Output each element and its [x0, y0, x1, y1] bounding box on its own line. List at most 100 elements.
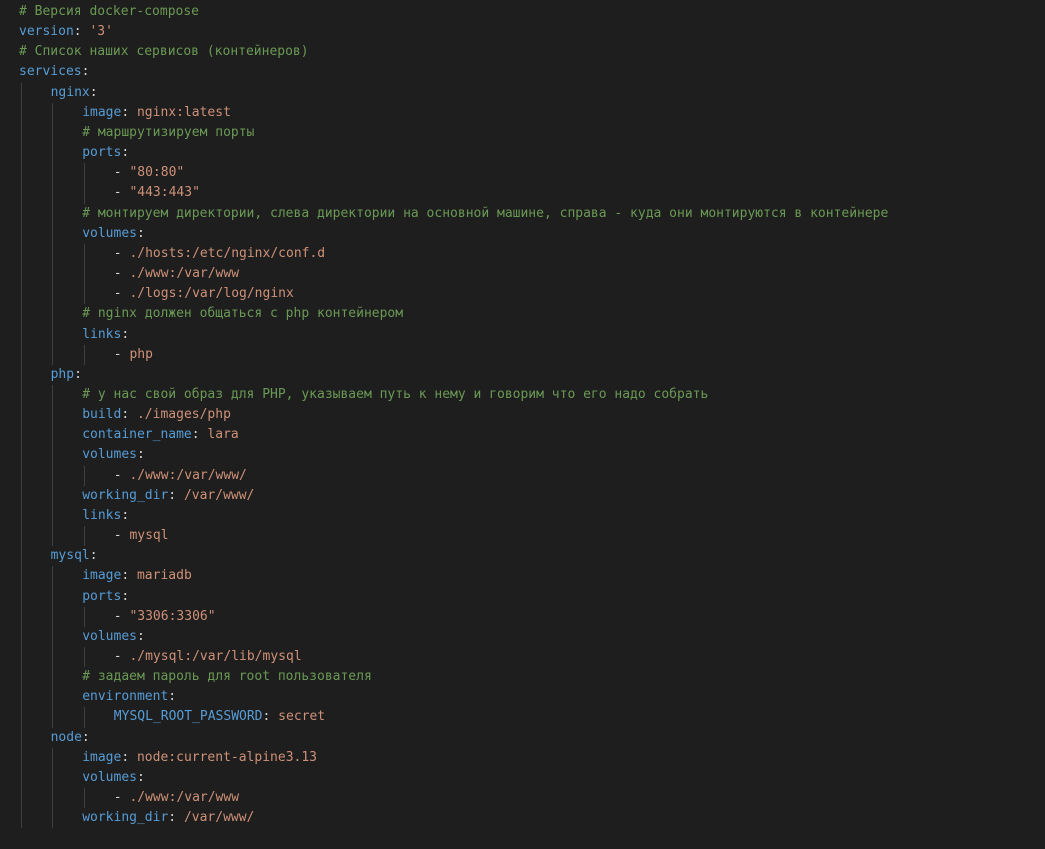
code-line[interactable]: # у нас свой образ для PHP, указываем пу…: [19, 384, 1039, 406]
line-content: working_dir: /var/www/: [82, 810, 254, 825]
key-token: MYSQL_ROOT_PASSWORD: [113, 709, 263, 725]
indent-guide: [52, 264, 54, 285]
code-line[interactable]: # Список наших сервисов (контейнеров): [19, 42, 1039, 62]
code-line[interactable]: # Версия docker-compose: [19, 2, 1039, 22]
code-line[interactable]: - php: [19, 344, 1039, 365]
comment-token: # Версия docker-compose: [19, 4, 200, 19]
indent-guide: [20, 82, 22, 103]
code-line[interactable]: links:: [19, 324, 1039, 345]
code-line[interactable]: - ./logs:/var/log/nginx: [19, 284, 1039, 305]
code-line[interactable]: - mysql: [19, 526, 1039, 547]
indent-guide: [52, 183, 54, 204]
value-token: node:current-alpine3.13: [136, 749, 317, 765]
line-content: # Список наших сервисов (контейнеров): [19, 44, 309, 59]
line-content: - ./www:/var/www: [114, 790, 239, 805]
line-content: # задаем пароль для root пользователя: [82, 669, 372, 684]
code-line[interactable]: volumes:: [19, 767, 1039, 789]
key-token: environment: [82, 689, 169, 705]
code-line[interactable]: working_dir: /var/www/: [19, 808, 1039, 829]
punctuation-token: :: [121, 749, 137, 765]
code-line[interactable]: image: node:current-alpine3.13: [19, 747, 1039, 768]
code-line[interactable]: mysql:: [19, 546, 1039, 567]
indent-guide: [20, 304, 22, 325]
indent-guide: [20, 243, 22, 265]
indent-guide: [52, 687, 54, 708]
punctuation-token: -: [113, 165, 130, 181]
code-line[interactable]: # монтируем директории, слева директории…: [19, 203, 1039, 224]
value-token: "80:80": [129, 165, 185, 181]
code-line[interactable]: nginx:: [19, 82, 1039, 103]
key-token: volumes: [82, 769, 137, 785]
indent-guide: [20, 445, 22, 466]
line-content: mysql:: [51, 548, 98, 563]
code-line[interactable]: # задаем пароль для root пользователя: [19, 667, 1039, 688]
code-line[interactable]: ports:: [19, 143, 1039, 164]
indent-guide: [20, 223, 22, 244]
code-line[interactable]: links:: [19, 505, 1039, 527]
code-line[interactable]: - ./mysql:/var/lib/mysql: [19, 647, 1039, 668]
line-content: working_dir: /var/www/: [82, 488, 254, 503]
code-line[interactable]: - "80:80": [19, 163, 1039, 184]
code-line[interactable]: image: mariadb: [19, 566, 1039, 587]
value-token: nginx:latest: [136, 104, 231, 120]
indent-guide: [52, 143, 54, 164]
punctuation-token: :: [121, 507, 130, 523]
indent-guide: [20, 102, 22, 123]
code-line[interactable]: - ./www:/var/www: [19, 264, 1039, 285]
code-line[interactable]: node:: [19, 727, 1039, 748]
indent-guide: [83, 264, 85, 285]
indent-guide: [20, 526, 22, 547]
code-line[interactable]: environment:: [19, 687, 1039, 708]
indent-guide: [20, 626, 22, 647]
punctuation-token: -: [113, 286, 130, 302]
punctuation-token: :: [81, 64, 90, 80]
value-token: mysql: [129, 528, 169, 544]
indent-guide: [52, 344, 54, 365]
code-line[interactable]: image: nginx:latest: [19, 102, 1039, 123]
line-content: image: nginx:latest: [82, 105, 231, 120]
code-line[interactable]: ports:: [19, 586, 1039, 607]
line-content: - mysql: [114, 528, 169, 543]
punctuation-token: :: [73, 24, 90, 40]
indent-guide: [52, 203, 54, 224]
code-line[interactable]: volumes:: [19, 445, 1039, 466]
code-line[interactable]: build: ./images/php: [19, 405, 1039, 426]
key-token: container_name: [82, 427, 192, 443]
indent-guide: [20, 163, 22, 184]
code-line[interactable]: - "443:443": [19, 183, 1039, 204]
code-line[interactable]: - "3306:3306": [19, 606, 1039, 627]
line-content: image: mariadb: [82, 568, 192, 583]
line-content: image: node:current-alpine3.13: [82, 750, 317, 765]
code-line[interactable]: working_dir: /var/www/: [19, 485, 1039, 506]
punctuation-token: -: [113, 266, 130, 282]
code-line[interactable]: container_name: lara: [19, 425, 1039, 446]
indent-guide: [83, 344, 85, 365]
indent-guide: [52, 747, 54, 768]
code-line[interactable]: volumes:: [19, 626, 1039, 647]
code-line[interactable]: volumes:: [19, 223, 1039, 244]
code-line[interactable]: # nginx должен общаться с php контейнеро…: [19, 304, 1039, 325]
indent-guide: [20, 284, 22, 305]
code-line[interactable]: - ./hosts:/etc/nginx/conf.d: [19, 243, 1039, 265]
code-line[interactable]: MYSQL_ROOT_PASSWORD: secret: [19, 707, 1039, 728]
punctuation-token: :: [136, 769, 145, 785]
code-line[interactable]: php:: [19, 364, 1039, 385]
value-token: ./images/php: [136, 407, 231, 423]
value-token: "443:443": [129, 185, 200, 201]
indent-guide: [52, 606, 54, 627]
code-line[interactable]: services:: [19, 62, 1039, 82]
code-line[interactable]: - ./www:/var/www: [19, 788, 1039, 809]
line-content: - "3306:3306": [114, 609, 216, 624]
value-token: mariadb: [136, 568, 192, 584]
value-token: ./mysql:/var/lib/mysql: [129, 649, 302, 664]
code-line[interactable]: - ./www:/var/www/: [19, 465, 1039, 486]
value-token: /var/www/: [183, 487, 255, 503]
indent-guide: [20, 143, 22, 164]
indent-guide: [52, 304, 54, 325]
code-editor[interactable]: # Версия docker-compose version: '3' # Спи…: [0, 0, 1045, 849]
indent-guide: [20, 485, 22, 506]
code-line[interactable]: version: '3': [19, 22, 1039, 42]
code-line[interactable]: # маршрутизируем порты: [19, 122, 1039, 144]
indent-guide: [20, 667, 22, 688]
code-area[interactable]: # Версия docker-compose version: '3' # Спи…: [19, 2, 1039, 829]
